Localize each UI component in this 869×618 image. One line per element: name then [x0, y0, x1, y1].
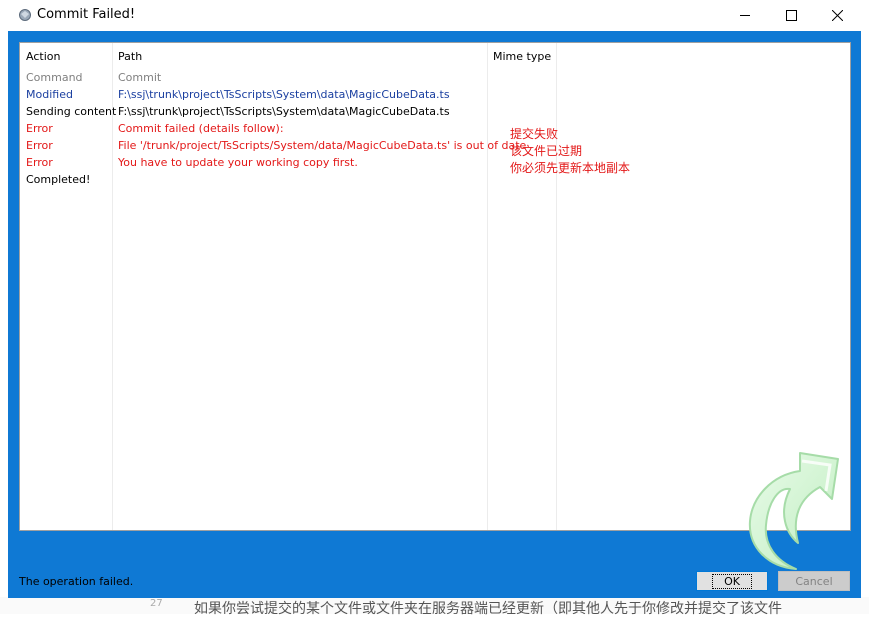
ok-button[interactable]: OK [696, 571, 768, 591]
annotation-update-first: 你必须先更新本地副本 [510, 161, 631, 175]
title-bar[interactable]: Commit Failed! [8, 0, 861, 31]
row-action: Error [26, 156, 53, 169]
close-icon [831, 10, 843, 21]
table-row[interactable]: Modified F:\ssj\trunk\project\TsScripts\S… [20, 87, 850, 104]
table-row[interactable]: Sending content F:\ssj\trunk\project\TsSc… [20, 104, 850, 121]
row-action: Command [26, 71, 83, 84]
table-row[interactable]: Command Commit [20, 70, 850, 87]
row-action: Error [26, 139, 53, 152]
background-line-number: 27 [150, 598, 163, 609]
column-header-path[interactable]: Path [118, 50, 142, 63]
annotation-commit-failed: 提交失败 [510, 127, 559, 141]
window-title: Commit Failed! [37, 7, 136, 22]
maximize-button[interactable] [768, 0, 814, 31]
column-header-action[interactable]: Action [26, 50, 60, 63]
minimize-icon [739, 15, 750, 16]
close-button[interactable] [814, 0, 860, 31]
row-path: You have to update your working copy fir… [118, 156, 358, 169]
column-header-mime[interactable]: Mime type [493, 50, 551, 63]
row-action: Sending content [26, 105, 117, 118]
table-row[interactable]: Error File '/trunk/project/TsScripts/Syst… [20, 138, 850, 155]
ok-button-label: OK [712, 573, 752, 589]
tortoise-app-icon [19, 9, 31, 21]
results-list[interactable]: Action Path Mime type Command Commit Modif… [19, 42, 851, 570]
commit-failed-dialog: Commit Failed! Action Path Mime type Com… [8, 0, 861, 598]
row-action: Error [26, 122, 53, 135]
row-path: Commit [118, 71, 162, 84]
background-document-text: 如果你尝试提交的某个文件或文件夹在服务器端已经更新（即其他人先于你修改并提交了该… [194, 601, 782, 617]
maximize-icon [785, 10, 797, 21]
row-path: F:\ssj\trunk\project\TsScripts\System\da… [118, 105, 450, 118]
minimize-button[interactable] [722, 0, 768, 31]
commit-arrow-icon [748, 452, 839, 570]
row-action: Completed! [26, 173, 91, 186]
annotation-file-outdated: 该文件已过期 [510, 144, 583, 158]
row-path: F:\ssj\trunk\project\TsScripts\System\da… [118, 88, 450, 101]
table-row[interactable]: Completed! [20, 172, 850, 189]
row-path: Commit failed (details follow): [118, 122, 284, 135]
row-path: File '/trunk/project/TsScripts/System/da… [118, 139, 527, 152]
cancel-button[interactable]: Cancel [778, 571, 850, 591]
status-message: The operation failed. [19, 575, 134, 588]
row-action: Modified [26, 88, 73, 101]
table-row[interactable]: Error Commit failed (details follow): [20, 121, 850, 138]
table-row[interactable]: Error You have to update your working cop… [20, 155, 850, 172]
